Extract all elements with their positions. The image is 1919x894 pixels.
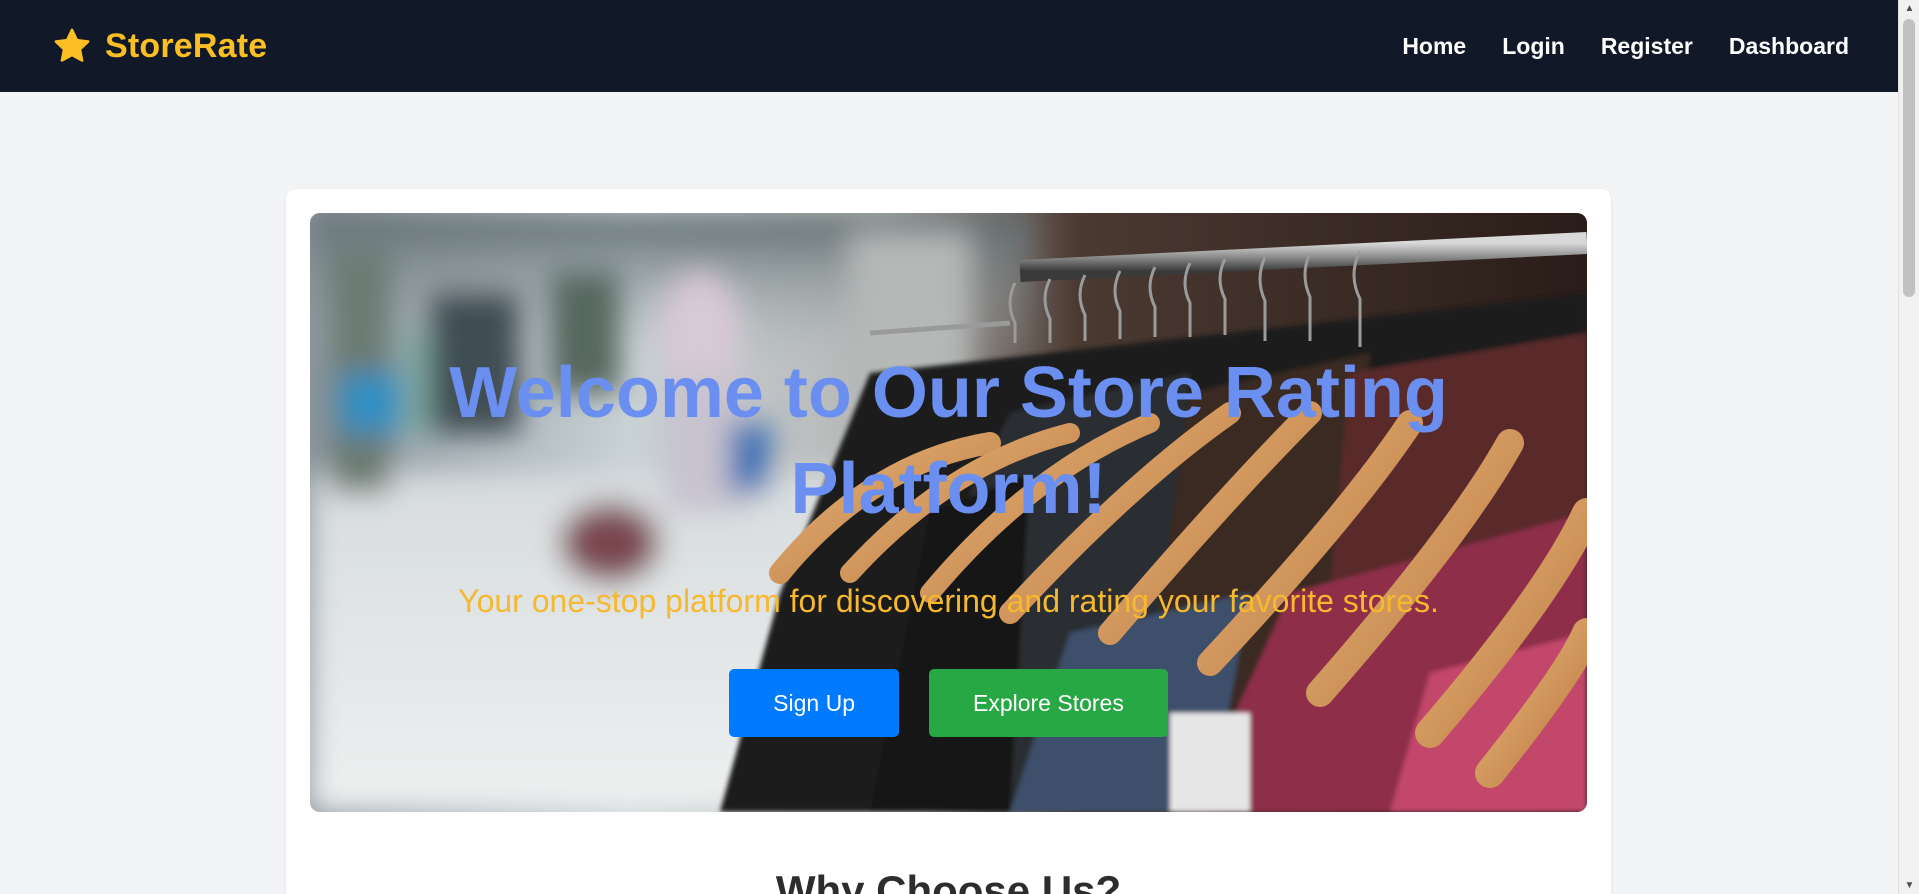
- top-navbar: StoreRate Home Login Register Dashboard: [0, 0, 1898, 92]
- hero-subtitle: Your one-stop platform for discovering a…: [458, 583, 1439, 619]
- scroll-down-arrow-icon[interactable]: ▼: [1899, 877, 1919, 894]
- nav-link-dashboard[interactable]: Dashboard: [1729, 33, 1849, 60]
- brand-logo-link[interactable]: StoreRate: [53, 27, 267, 66]
- page: StoreRate Home Login Register Dashboard: [0, 0, 1919, 894]
- scroll-up-arrow-icon[interactable]: ▲: [1899, 0, 1919, 17]
- explore-stores-button[interactable]: Explore Stores: [928, 669, 1168, 737]
- hero-title: Welcome to Our Store Rating Platform!: [449, 353, 1448, 529]
- nav-link-login[interactable]: Login: [1502, 33, 1565, 60]
- vertical-scrollbar[interactable]: ▲ ▼: [1898, 0, 1919, 894]
- why-choose-us-heading: Why Choose Us?: [775, 867, 1122, 894]
- hero-actions: Sign Up Explore Stores: [310, 669, 1587, 737]
- brand-name: StoreRate: [105, 26, 268, 65]
- nav-links: Home Login Register Dashboard: [1402, 33, 1849, 60]
- main-card: Welcome to Our Store Rating Platform! Yo…: [286, 189, 1611, 894]
- scrollbar-thumb[interactable]: [1903, 19, 1915, 297]
- nav-link-home[interactable]: Home: [1402, 33, 1466, 60]
- star-icon: [54, 28, 90, 62]
- hero-banner: Welcome to Our Store Rating Platform! Yo…: [310, 213, 1587, 812]
- nav-link-register[interactable]: Register: [1601, 33, 1693, 60]
- sign-up-button[interactable]: Sign Up: [729, 669, 899, 737]
